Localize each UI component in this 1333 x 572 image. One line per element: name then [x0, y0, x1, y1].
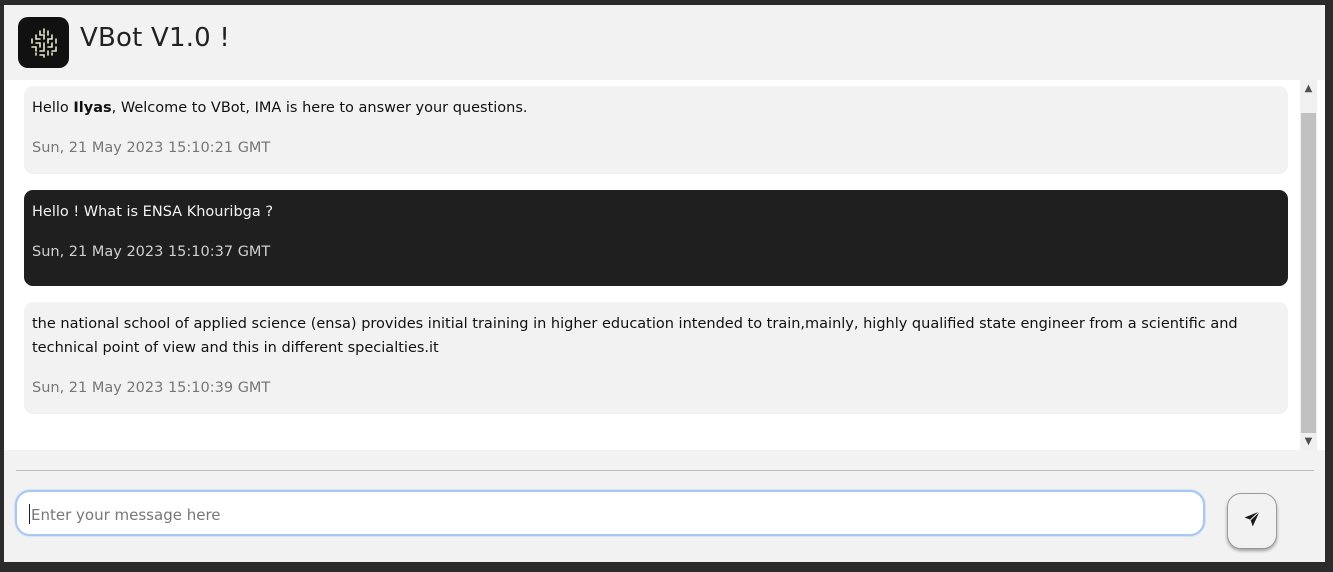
message-input[interactable] [29, 502, 1183, 528]
message-input-container[interactable] [15, 490, 1205, 536]
chat-messages-pane[interactable]: Hello Ilyas, Welcome to VBot, IMA is her… [4, 80, 1325, 450]
vertical-scrollbar[interactable]: ▲ ▼ [1300, 80, 1317, 450]
bot-message: Hello Ilyas, Welcome to VBot, IMA is her… [24, 86, 1288, 174]
user-message: Hello ! What is ENSA Khouribga ? Sun, 21… [24, 190, 1288, 286]
message-timestamp: Sun, 21 May 2023 15:10:39 GMT [32, 380, 271, 396]
app-window: VBot V1.0 ! Hello Ilyas, Welcome to VBot… [4, 5, 1325, 562]
maze-logo-icon [18, 17, 69, 68]
user-name: Ilyas [73, 100, 112, 116]
message-list: Hello Ilyas, Welcome to VBot, IMA is her… [24, 86, 1288, 430]
message-timestamp: Sun, 21 May 2023 15:10:21 GMT [32, 140, 271, 156]
message-text: the national school of applied science (… [32, 316, 1238, 356]
send-button[interactable] [1227, 493, 1277, 549]
message-text: Hello Ilyas, Welcome to VBot, IMA is her… [32, 96, 1280, 120]
app-header: VBot V1.0 ! [4, 5, 1325, 80]
scrollbar-thumb[interactable] [1301, 113, 1316, 433]
bot-message: the national school of applied science (… [24, 302, 1288, 414]
message-timestamp: Sun, 21 May 2023 15:10:37 GMT [32, 244, 271, 260]
welcome-text: , Welcome to VBot, IMA is here to answer… [111, 100, 528, 116]
scroll-up-icon[interactable]: ▲ [1300, 80, 1317, 97]
app-title: VBot V1.0 ! [80, 23, 231, 53]
paper-plane-icon [1243, 510, 1261, 532]
composer-divider [16, 470, 1314, 471]
message-text: Hello ! What is ENSA Khouribga ? [32, 204, 274, 220]
scroll-down-icon[interactable]: ▼ [1300, 433, 1317, 450]
greeting-text: Hello [32, 100, 74, 116]
